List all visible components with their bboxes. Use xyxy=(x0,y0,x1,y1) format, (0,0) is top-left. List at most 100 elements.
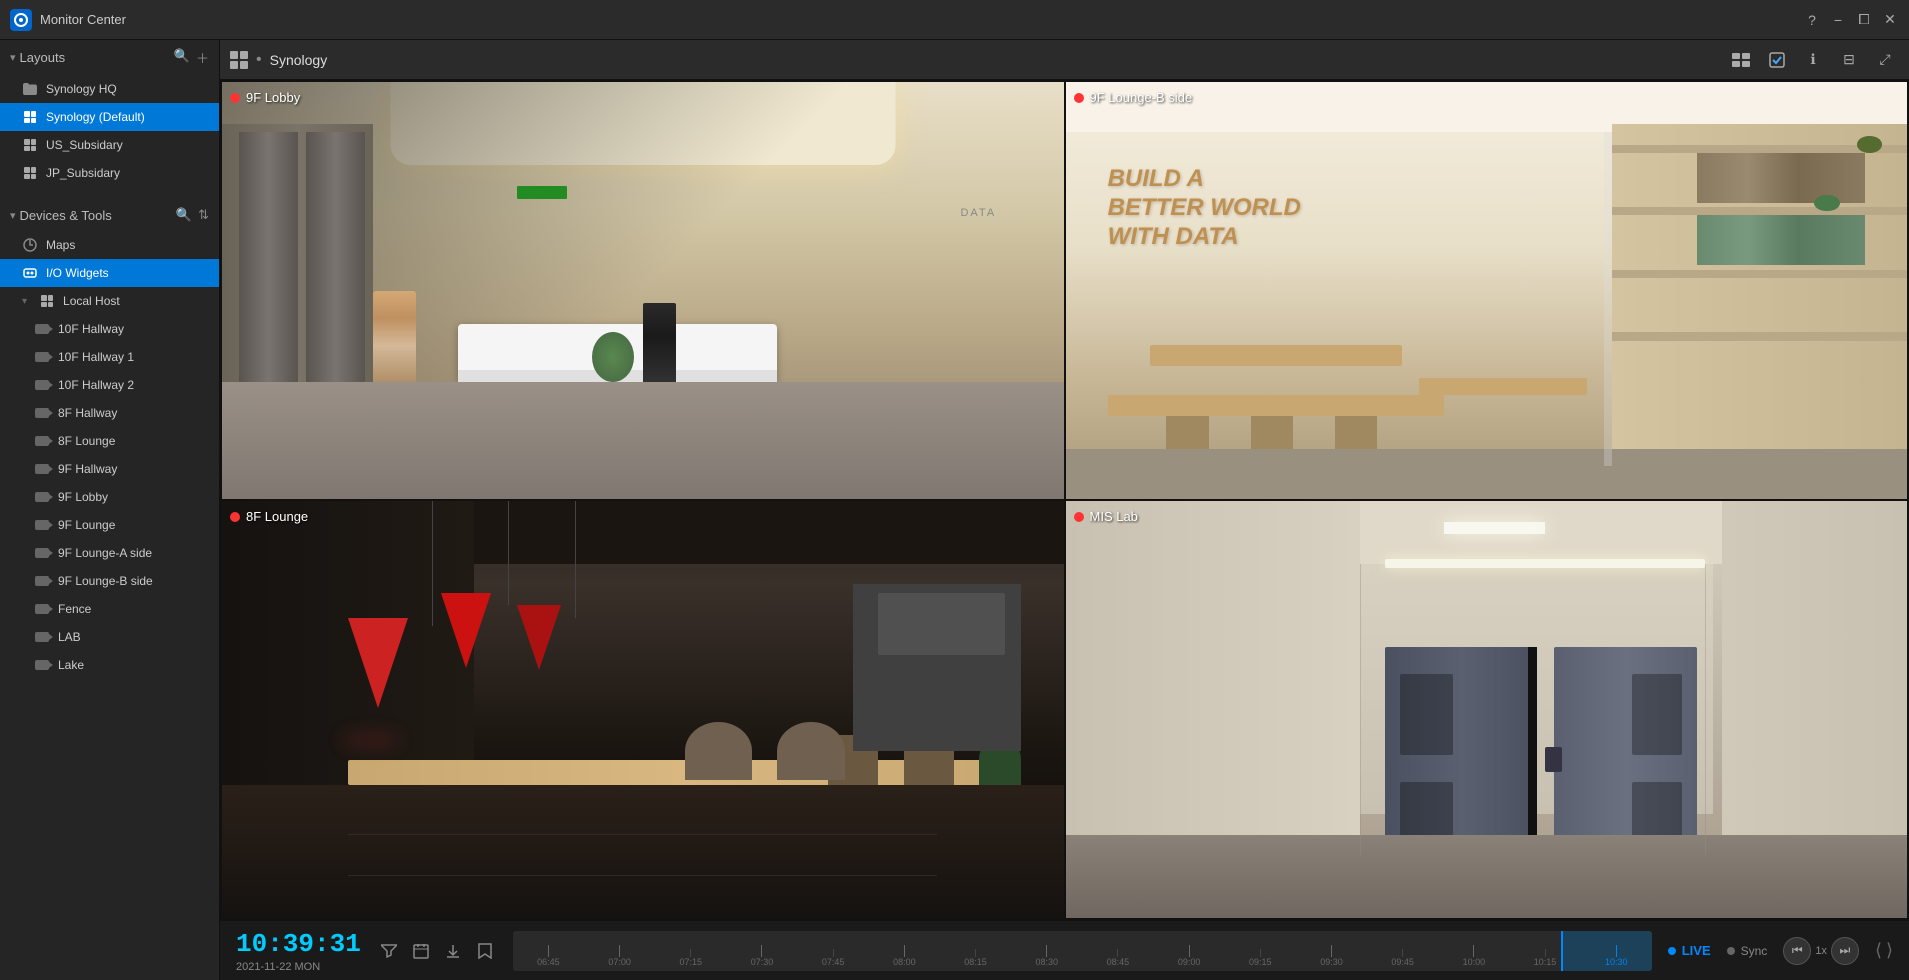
rewind-button[interactable]: ⏮ xyxy=(1783,937,1811,965)
sync-dot xyxy=(1727,947,1735,955)
checkbox-toolbar-button[interactable] xyxy=(1763,46,1791,74)
timeline-bar[interactable]: 06:45 07:00 07:15 07:30 xyxy=(513,931,1652,971)
tick-0800: 08:00 xyxy=(869,943,940,967)
timeline-controls xyxy=(377,939,497,963)
camera-3-label: 8F Lounge xyxy=(230,509,308,524)
cam-name-2: 9F Lounge-B side xyxy=(1090,90,1193,105)
devices-sort-icon[interactable]: ⇅ xyxy=(198,207,209,223)
cam-icon-9flobby xyxy=(34,489,50,505)
cam-icon-9fh xyxy=(34,461,50,477)
sidebar: ▾ Layouts 🔍 ＋ Synology HQ Synology (Defa… xyxy=(0,40,220,980)
layouts-add-icon[interactable]: ＋ xyxy=(196,48,209,67)
playback-controls: ⏮ 1x ⏭ xyxy=(1783,937,1859,965)
content-area: • Synology ℹ ⊟ ⤢ xyxy=(220,40,1909,980)
bookmark-button[interactable] xyxy=(473,939,497,963)
maximize-button[interactable]: ⧠ xyxy=(1855,11,1873,29)
map-icon xyxy=(22,237,38,253)
sidebar-item-lab[interactable]: LAB xyxy=(0,623,219,651)
devices-section-header[interactable]: ▾ Devices & Tools 🔍 ⇅ xyxy=(0,199,219,231)
app-icon xyxy=(10,9,32,31)
tick-0715: 07:15 xyxy=(655,947,726,967)
layouts-section-header[interactable]: ▾ Layouts 🔍 ＋ xyxy=(0,40,219,75)
sidebar-item-9f-lobby[interactable]: 9F Lobby xyxy=(0,483,219,511)
devices-search-icon[interactable]: 🔍 xyxy=(176,207,192,223)
camera-cell-8f-lounge[interactable]: 8F Lounge xyxy=(222,501,1064,918)
layouts-section-icons: 🔍 ＋ xyxy=(174,48,209,67)
sidebar-item-synology-default[interactable]: Synology (Default) xyxy=(0,103,219,131)
layouts-search-icon[interactable]: 🔍 xyxy=(174,48,190,67)
cam-icon-10fh2 xyxy=(34,377,50,393)
close-button[interactable]: ✕ xyxy=(1881,11,1899,29)
sidebar-item-10f-hallway-2[interactable]: 10F Hallway 2 xyxy=(0,371,219,399)
cam-icon-fence xyxy=(34,601,50,617)
cam-icon-9fla xyxy=(34,545,50,561)
tick-0645: 06:45 xyxy=(513,943,584,967)
info-button[interactable]: ℹ xyxy=(1799,46,1827,74)
sidebar-item-us-subsidiary[interactable]: US_Subsidary xyxy=(0,131,219,159)
sidebar-item-local-host[interactable]: ▾ Local Host xyxy=(0,287,219,315)
layout-selector-button[interactable] xyxy=(1727,46,1755,74)
fast-forward-button[interactable]: ⏭ xyxy=(1831,937,1859,965)
camera-cell-mis-lab[interactable]: MIS Lab xyxy=(1066,501,1908,918)
camera-4-label: MIS Lab xyxy=(1074,509,1138,524)
sidebar-label-8f-hallway: 8F Hallway xyxy=(58,406,117,420)
cam-icon-8fh xyxy=(34,405,50,421)
help-button[interactable]: ? xyxy=(1803,11,1821,29)
folder-icon xyxy=(22,81,38,97)
sidebar-item-8f-hallway[interactable]: 8F Hallway xyxy=(0,399,219,427)
filter-button[interactable] xyxy=(377,939,401,963)
layouts-section-title: Layouts xyxy=(20,50,174,65)
speed-indicator: 1x xyxy=(1815,945,1827,957)
sidebar-item-9f-lounge[interactable]: 9F Lounge xyxy=(0,511,219,539)
sidebar-item-lake[interactable]: Lake xyxy=(0,651,219,679)
tick-0930: 09:30 xyxy=(1296,943,1367,967)
sidebar-item-9f-hallway[interactable]: 9F Hallway xyxy=(0,455,219,483)
timeline-highlight xyxy=(1561,931,1652,971)
nav-arrows: ⟨ ⟩ xyxy=(1875,940,1893,961)
sidebar-item-8f-lounge[interactable]: 8F Lounge xyxy=(0,427,219,455)
cam-name-4: MIS Lab xyxy=(1090,509,1138,524)
live-text: LIVE xyxy=(1682,943,1711,958)
next-frame-button[interactable]: ⟩ xyxy=(1886,940,1893,961)
sidebar-item-maps[interactable]: Maps xyxy=(0,231,219,259)
main-layout: ▾ Layouts 🔍 ＋ Synology HQ Synology (Defa… xyxy=(0,40,1909,980)
io-icon xyxy=(22,265,38,281)
sidebar-label-synology-default: Synology (Default) xyxy=(46,110,145,124)
tick-0730: 07:30 xyxy=(726,943,797,967)
sidebar-item-jp-subsidiary[interactable]: JP_Subsidary xyxy=(0,159,219,187)
cam-name-1: 9F Lobby xyxy=(246,90,300,105)
rec-dot-3 xyxy=(230,512,240,522)
expand-button[interactable]: ⤢ xyxy=(1871,46,1899,74)
camera-1-label: 9F Lobby xyxy=(230,90,300,105)
sidebar-item-synology-hq[interactable]: Synology HQ xyxy=(0,75,219,103)
sidebar-label-10f-hallway-1: 10F Hallway 1 xyxy=(58,350,134,364)
minimize-button[interactable]: − xyxy=(1829,11,1847,29)
sidebar-label-lake: Lake xyxy=(58,658,84,672)
local-host-chevron: ▾ xyxy=(22,296,27,307)
prev-frame-button[interactable]: ⟨ xyxy=(1875,940,1882,961)
cam-icon-8fl xyxy=(34,433,50,449)
camera-cell-9f-lobby[interactable]: DATA 9F Lobby xyxy=(222,82,1064,499)
sidebar-label-fence: Fence xyxy=(58,602,91,616)
content-toolbar: • Synology ℹ ⊟ ⤢ xyxy=(220,40,1909,80)
status-time: 10:39:31 xyxy=(236,929,361,959)
sidebar-label-maps: Maps xyxy=(46,238,75,252)
sidebar-item-9f-lounge-b[interactable]: 9F Lounge-B side xyxy=(0,567,219,595)
sidebar-item-fence[interactable]: Fence xyxy=(0,595,219,623)
time-group: 10:39:31 2021-11-22 MON xyxy=(236,929,361,973)
cam-icon-lake xyxy=(34,657,50,673)
sidebar-label-9f-lounge: 9F Lounge xyxy=(58,518,115,532)
sidebar-item-io-widgets[interactable]: I/O Widgets xyxy=(0,259,219,287)
sidebar-item-9f-lounge-a[interactable]: 9F Lounge-A side xyxy=(0,539,219,567)
download-button[interactable] xyxy=(441,939,465,963)
live-indicator: LIVE xyxy=(1668,943,1711,958)
rec-dot-4 xyxy=(1074,512,1084,522)
camera-cell-9f-lounge-b[interactable]: BUILD A BETTER WORLD WITH DATA xyxy=(1066,82,1908,499)
sidebar-label-9f-lounge-a: 9F Lounge-A side xyxy=(58,546,152,560)
titlebar: Monitor Center ? − ⧠ ✕ xyxy=(0,0,1909,40)
minimize-panel-button[interactable]: ⊟ xyxy=(1835,46,1863,74)
calendar-button[interactable] xyxy=(409,939,433,963)
sidebar-item-10f-hallway[interactable]: 10F Hallway xyxy=(0,315,219,343)
sidebar-label-jp-subsidiary: JP_Subsidary xyxy=(46,166,120,180)
sidebar-item-10f-hallway-1[interactable]: 10F Hallway 1 xyxy=(0,343,219,371)
